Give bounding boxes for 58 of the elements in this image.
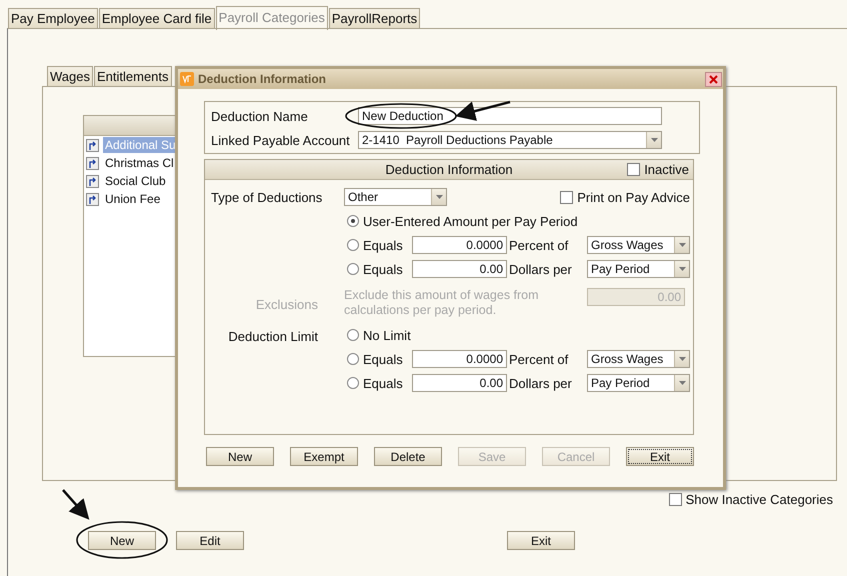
- basis-dropdown[interactable]: Gross Wages: [587, 236, 690, 254]
- list-item[interactable]: Union Fee: [103, 191, 162, 207]
- deduction-name-field[interactable]: New Deduction: [358, 107, 662, 125]
- radio-button[interactable]: Equals: [347, 376, 412, 390]
- list-item[interactable]: Christmas Cl: [103, 155, 176, 171]
- radio-button[interactable]: Equals: [347, 238, 412, 252]
- pointer-arrow: [455, 100, 510, 121]
- unit-label: Percent of: [508, 238, 570, 252]
- unit-label: Dollars per: [508, 376, 573, 390]
- dropdown-icon: [431, 189, 446, 205]
- basis-dropdown[interactable]: Pay Period: [587, 260, 690, 278]
- radio-button[interactable]: Equals: [347, 352, 412, 366]
- list-item[interactable]: Social Club: [103, 173, 168, 189]
- basis-dropdown[interactable]: Gross Wages: [587, 350, 690, 368]
- jump-arrow-icon[interactable]: [86, 156, 99, 170]
- edit-button[interactable]: Edit: [176, 531, 244, 550]
- radio-button[interactable]: No Limit: [347, 328, 411, 342]
- radio-button[interactable]: User-Entered Amount per Pay Period: [347, 214, 578, 228]
- radio-button[interactable]: Equals: [347, 262, 412, 276]
- dropdown-icon: [674, 375, 689, 391]
- dropdown-icon: [674, 237, 689, 253]
- dropdown-icon: [674, 351, 689, 367]
- jump-arrow-icon[interactable]: [86, 138, 99, 152]
- dropdown-icon: [674, 261, 689, 277]
- close-icon[interactable]: [705, 72, 722, 86]
- account-dropdown[interactable]: 2-1410 Payroll Deductions Payable: [358, 131, 662, 149]
- app-icon: [180, 72, 194, 86]
- exclusions-description: Exclude this amount of wages from calculations per pay period.: [344, 288, 540, 318]
- amount-field[interactable]: 0.00: [412, 260, 507, 278]
- amount-field[interactable]: 0.00: [412, 374, 507, 392]
- basis-dropdown[interactable]: Pay Period: [587, 374, 690, 392]
- field-label: Deduction Name: [211, 108, 309, 124]
- print-checkbox[interactable]: Print on Pay Advice: [560, 190, 690, 204]
- section-title: Deduction Information: [385, 162, 513, 177]
- dialog-title: Deduction Information: [198, 72, 327, 86]
- field-label: Deduction Limit: [227, 329, 319, 344]
- exit-button[interactable]: Exit: [507, 531, 575, 550]
- field-label: Linked Payable Account: [211, 132, 351, 148]
- jump-arrow-icon[interactable]: [86, 192, 99, 206]
- unit-label: Percent of: [508, 352, 570, 366]
- jump-arrow-icon[interactable]: [86, 174, 99, 188]
- unit-label: Dollars per: [508, 262, 573, 276]
- dialog-button[interactable]: Delete: [374, 447, 442, 466]
- tab[interactable]: Pay Employee: [8, 8, 98, 29]
- dialog-button[interactable]: Exempt: [290, 447, 358, 466]
- field-label: Type of Deductions: [211, 190, 324, 204]
- new-button[interactable]: New: [88, 531, 156, 550]
- dialog-button[interactable]: New: [206, 447, 274, 466]
- tab[interactable]: Employee Card file: [98, 8, 215, 29]
- type-dropdown[interactable]: Other: [344, 188, 447, 206]
- amount-field[interactable]: 0.0000: [412, 236, 507, 254]
- dialog-button[interactable]: Exit: [626, 447, 694, 466]
- tab[interactable]: PayrollReports: [328, 8, 420, 29]
- tab[interactable]: Entitlements: [94, 66, 172, 87]
- amount-field[interactable]: 0.0000: [412, 350, 507, 368]
- tab[interactable]: Wages: [47, 66, 93, 87]
- dropdown-icon: [646, 132, 661, 148]
- field-label: Exclusions: [254, 296, 319, 312]
